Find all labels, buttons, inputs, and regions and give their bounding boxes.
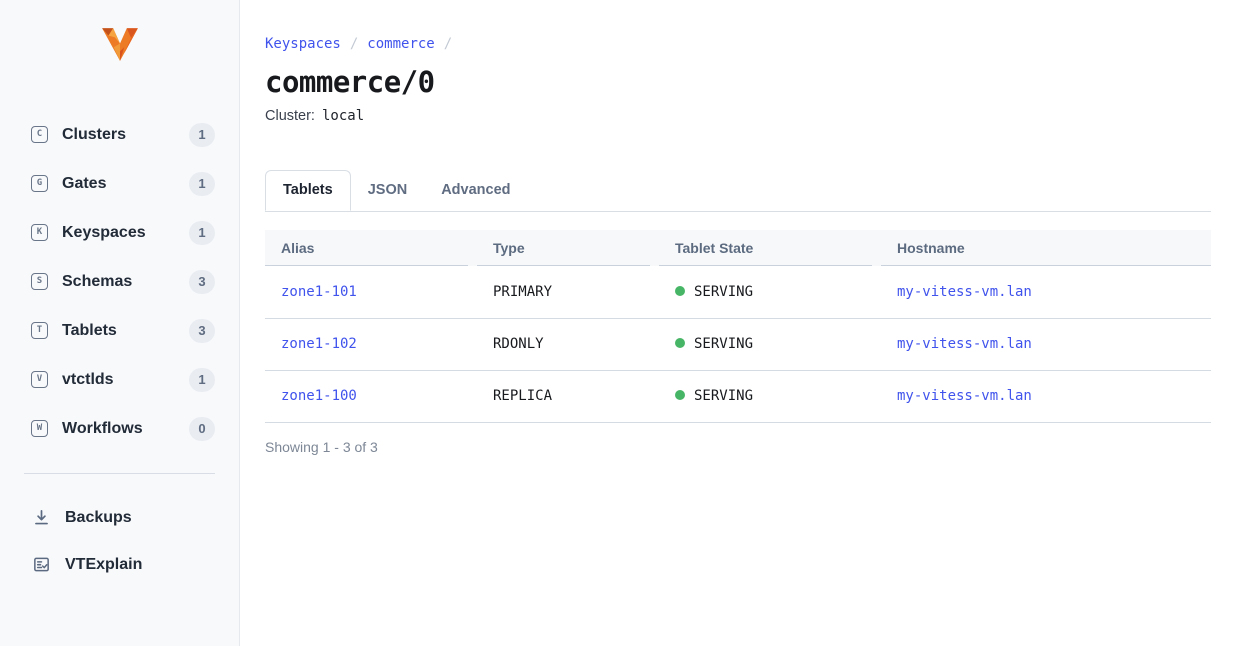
cluster-value: local xyxy=(322,108,364,124)
breadcrumb-link-keyspaces[interactable]: Keyspaces xyxy=(265,36,341,52)
cluster-line: Cluster: local xyxy=(265,108,1211,125)
tablet-state: SERVING xyxy=(694,284,753,300)
cluster-label: Cluster: xyxy=(265,108,315,124)
hostname-cell: my-vitess-vm.lan xyxy=(881,318,1211,370)
sidebar-item-label: Clusters xyxy=(62,126,126,144)
alias-cell: zone1-100 xyxy=(265,370,477,422)
vitess-logo-icon xyxy=(99,22,141,64)
serving-status-dot xyxy=(675,286,685,296)
letter-c-icon: C xyxy=(31,126,48,143)
type-cell: PRIMARY xyxy=(477,266,659,318)
serving-status-dot xyxy=(675,338,685,348)
breadcrumb: Keyspaces / commerce / xyxy=(265,36,1211,52)
alias-cell: zone1-102 xyxy=(265,318,477,370)
state-cell: SERVING xyxy=(659,370,881,422)
tablet-alias-link[interactable]: zone1-101 xyxy=(281,284,357,300)
table-row: zone1-102 RDONLY SERVING my-vitess-vm.la… xyxy=(265,318,1211,370)
count-badge: 3 xyxy=(189,270,215,294)
tablets-table: Alias Type Tablet State Hostname zone1-1… xyxy=(265,230,1211,423)
sidebar-item-vtctlds[interactable]: V vtctlds 1 xyxy=(0,355,239,404)
sidebar-item-clusters[interactable]: C Clusters 1 xyxy=(0,110,239,159)
tablet-hostname-link[interactable]: my-vitess-vm.lan xyxy=(897,388,1032,404)
tab-advanced[interactable]: Advanced xyxy=(424,170,527,211)
sidebar-item-label: Schemas xyxy=(62,273,132,291)
results-count: Showing 1 - 3 of 3 xyxy=(265,439,1211,455)
tablet-state: SERVING xyxy=(694,336,753,352)
sidebar-item-label: VTExplain xyxy=(65,556,142,574)
tablet-state: SERVING xyxy=(694,388,753,404)
letter-t-icon: T xyxy=(31,322,48,339)
sidebar-item-backups[interactable]: Backups xyxy=(0,494,239,541)
letter-v-icon: V xyxy=(31,371,48,388)
table-row: zone1-100 REPLICA SERVING my-vitess-vm.l… xyxy=(265,370,1211,422)
letter-k-icon: K xyxy=(31,224,48,241)
sidebar-item-label: vtctlds xyxy=(62,371,114,389)
sidebar-divider xyxy=(24,473,215,474)
download-icon xyxy=(31,508,51,528)
sidebar-item-label: Gates xyxy=(62,175,106,193)
table-row: zone1-101 PRIMARY SERVING my-vitess-vm.l… xyxy=(265,266,1211,318)
sidebar-item-workflows[interactable]: W Workflows 0 xyxy=(0,404,239,453)
sidebar: C Clusters 1 G Gates 1 K Keyspaces 1 S S… xyxy=(0,0,240,646)
count-badge: 1 xyxy=(189,221,215,245)
tab-json[interactable]: JSON xyxy=(351,170,425,211)
state-cell: SERVING xyxy=(659,318,881,370)
type-cell: RDONLY xyxy=(477,318,659,370)
main-content: Keyspaces / commerce / commerce/0 Cluste… xyxy=(240,0,1236,646)
tablet-hostname-link[interactable]: my-vitess-vm.lan xyxy=(897,336,1032,352)
letter-s-icon: S xyxy=(31,273,48,290)
sidebar-item-tablets[interactable]: T Tablets 3 xyxy=(0,306,239,355)
vtadmin-app: C Clusters 1 G Gates 1 K Keyspaces 1 S S… xyxy=(0,0,1236,646)
column-header-hostname: Hostname xyxy=(881,230,1211,266)
tablet-alias-link[interactable]: zone1-102 xyxy=(281,336,357,352)
letter-g-icon: G xyxy=(31,175,48,192)
state-cell: SERVING xyxy=(659,266,881,318)
column-header-tablet-state: Tablet State xyxy=(659,230,881,266)
type-cell: REPLICA xyxy=(477,370,659,422)
sidebar-item-label: Tablets xyxy=(62,322,117,340)
count-badge: 1 xyxy=(189,368,215,392)
column-header-type: Type xyxy=(477,230,659,266)
sidebar-nav: C Clusters 1 G Gates 1 K Keyspaces 1 S S… xyxy=(0,110,239,453)
sidebar-item-label: Backups xyxy=(65,509,132,527)
breadcrumb-separator: / xyxy=(350,36,358,52)
tablet-hostname-link[interactable]: my-vitess-vm.lan xyxy=(897,284,1032,300)
sidebar-item-label: Workflows xyxy=(62,420,143,438)
count-badge: 3 xyxy=(189,319,215,343)
hostname-cell: my-vitess-vm.lan xyxy=(881,370,1211,422)
sidebar-secondary-nav: Backups VTExplain xyxy=(0,494,239,588)
sidebar-item-label: Keyspaces xyxy=(62,224,146,242)
serving-status-dot xyxy=(675,390,685,400)
checklist-icon xyxy=(31,555,51,575)
breadcrumb-separator: / xyxy=(444,36,452,52)
sidebar-item-keyspaces[interactable]: K Keyspaces 1 xyxy=(0,208,239,257)
alias-cell: zone1-101 xyxy=(265,266,477,318)
count-badge: 1 xyxy=(189,123,215,147)
sidebar-item-vtexplain[interactable]: VTExplain xyxy=(0,541,239,588)
hostname-cell: my-vitess-vm.lan xyxy=(881,266,1211,318)
tablet-alias-link[interactable]: zone1-100 xyxy=(281,388,357,404)
sidebar-item-gates[interactable]: G Gates 1 xyxy=(0,159,239,208)
sidebar-item-schemas[interactable]: S Schemas 3 xyxy=(0,257,239,306)
vitess-logo[interactable] xyxy=(0,22,239,64)
breadcrumb-link-commerce[interactable]: commerce xyxy=(367,36,434,52)
page-title: commerce/0 xyxy=(265,65,1211,99)
table-header: Alias Type Tablet State Hostname xyxy=(265,230,1211,266)
letter-w-icon: W xyxy=(31,420,48,437)
tab-bar: Tablets JSON Advanced xyxy=(265,170,1211,212)
column-header-alias: Alias xyxy=(265,230,477,266)
tab-tablets[interactable]: Tablets xyxy=(265,170,351,211)
count-badge: 0 xyxy=(189,417,215,441)
count-badge: 1 xyxy=(189,172,215,196)
table-header-row: Alias Type Tablet State Hostname xyxy=(265,230,1211,266)
